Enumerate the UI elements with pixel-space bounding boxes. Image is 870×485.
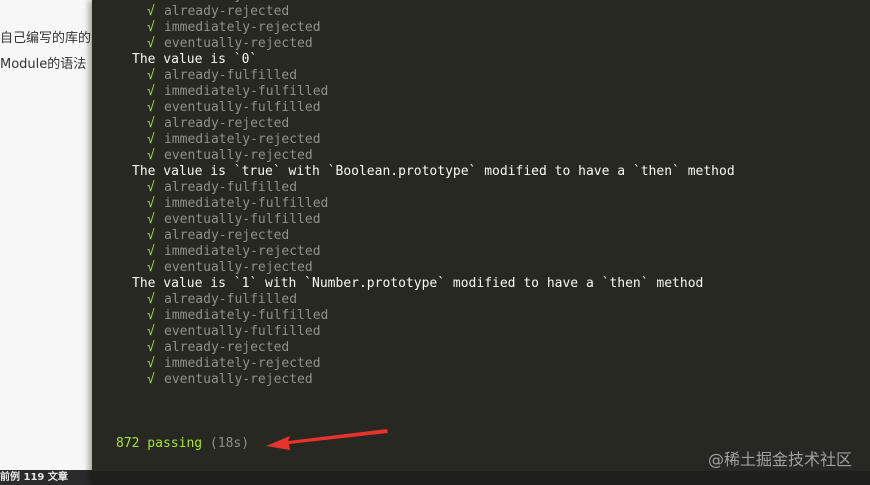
suite-title: The value is `0` (132, 52, 258, 67)
test-name: immediately-rejected (164, 132, 321, 147)
test-name: already-rejected (164, 340, 290, 355)
test-name: immediately-fulfilled (164, 84, 329, 99)
test-result-line: √ eventually-fulfilled (92, 212, 735, 228)
check-icon: √ (147, 340, 155, 355)
test-summary: 872 passing (18s) (116, 436, 249, 452)
test-name: immediately-fulfilled (164, 308, 329, 323)
test-name: eventually-rejected (164, 372, 313, 387)
test-name: already-rejected (164, 4, 290, 19)
check-icon: √ (147, 116, 155, 131)
test-result-line: √ immediately-rejected (92, 20, 735, 36)
test-name: eventually-fulfilled (164, 100, 321, 115)
check-icon: √ (147, 100, 155, 115)
test-name: immediately-rejected (164, 20, 321, 35)
suite-title: The value is `true` with `Boolean.protot… (132, 164, 735, 179)
test-result-line: √ eventually-fulfilled (92, 324, 735, 340)
test-name: eventually-rejected (164, 260, 313, 275)
passing-count: 872 passing (116, 436, 203, 451)
article-bottom-strip: 前例 119 文章 (0, 470, 92, 485)
check-icon: √ (147, 68, 155, 83)
check-icon: √ (147, 196, 155, 211)
check-icon: √ (147, 36, 155, 51)
test-output: √ eventually-fulfilled √ already-rejected √ i… (92, 0, 735, 388)
article-text-line: 自己编写的库的 (0, 31, 92, 46)
check-icon: √ (147, 372, 155, 387)
check-icon: √ (147, 244, 155, 259)
test-result-line: √ already-fulfilled (92, 292, 735, 308)
test-result-line: √ immediately-rejected (92, 132, 735, 148)
test-result-line: √ already-fulfilled (92, 68, 735, 84)
test-name: eventually-rejected (164, 36, 313, 51)
test-name: eventually-rejected (164, 148, 313, 163)
test-result-line: √ eventually-rejected (92, 148, 735, 164)
test-result-line: √ already-rejected (92, 228, 735, 244)
check-icon: √ (147, 212, 155, 227)
check-icon: √ (147, 180, 155, 195)
check-icon: √ (147, 20, 155, 35)
test-result-line: √ immediately-rejected (92, 244, 735, 260)
check-icon: √ (147, 228, 155, 243)
test-name: immediately-rejected (164, 244, 321, 259)
suite-title: The value is `1` with `Number.prototype`… (132, 276, 704, 291)
check-icon: √ (147, 260, 155, 275)
test-result-line: √ immediately-rejected (92, 356, 735, 372)
test-name: already-fulfilled (164, 68, 298, 83)
test-result-line: √ eventually-fulfilled (92, 100, 735, 116)
test-result-line: √ immediately-fulfilled (92, 84, 735, 100)
terminal-bottom-bar (92, 471, 870, 485)
test-name: eventually-fulfilled (164, 324, 321, 339)
watermark: @稀土掘金技术社区 (707, 450, 852, 469)
check-icon: √ (147, 148, 155, 163)
test-result-line: √ already-rejected (92, 340, 735, 356)
test-name: immediately-fulfilled (164, 196, 329, 211)
test-result-line: √ eventually-rejected (92, 372, 735, 388)
annotation-arrow-icon (266, 429, 388, 450)
test-name: eventually-fulfilled (164, 212, 321, 227)
check-icon: √ (147, 292, 155, 307)
test-name: already-rejected (164, 228, 290, 243)
terminal-window[interactable]: √ eventually-fulfilled √ already-rejected √ i… (92, 0, 870, 485)
check-icon: √ (147, 324, 155, 339)
screen: 自己编写的库的 Module的语法 前例 119 文章 √ eventually-… (0, 0, 870, 485)
check-icon: √ (147, 132, 155, 147)
test-result-line: √ already-fulfilled (92, 180, 735, 196)
check-icon: √ (147, 308, 155, 323)
article-text-line: Module的语法 (0, 57, 87, 72)
test-name: already-fulfilled (164, 180, 298, 195)
check-icon: √ (147, 84, 155, 99)
check-icon: √ (147, 4, 155, 19)
test-result-line: √ immediately-fulfilled (92, 196, 735, 212)
test-result-line: √ immediately-fulfilled (92, 308, 735, 324)
test-result-line: √ already-rejected (92, 116, 735, 132)
check-icon: √ (147, 356, 155, 371)
test-result-line: √ already-rejected (92, 4, 735, 20)
test-name: already-rejected (164, 116, 290, 131)
passing-duration: (18s) (209, 436, 250, 451)
test-name: already-fulfilled (164, 292, 298, 307)
test-name: eventually-fulfilled (164, 0, 321, 3)
test-result-line: √ eventually-rejected (92, 260, 735, 276)
test-name: immediately-rejected (164, 356, 321, 371)
background-article: 自己编写的库的 Module的语法 前例 119 文章 (0, 0, 92, 485)
test-result-line: √ eventually-rejected (92, 36, 735, 52)
